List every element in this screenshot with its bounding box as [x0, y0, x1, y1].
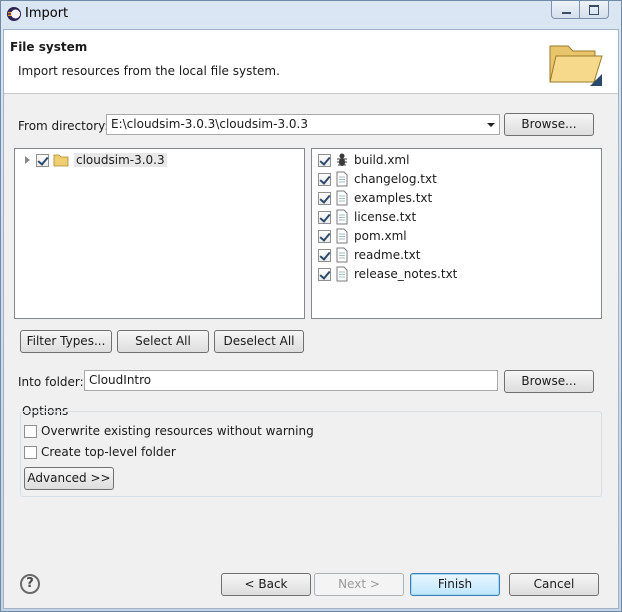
file-checkbox[interactable]: [318, 248, 331, 262]
text-file-icon: [336, 247, 348, 263]
text-file-icon: [336, 209, 348, 225]
file-checkbox[interactable]: [318, 153, 331, 167]
file-list[interactable]: build.xml changelog.txt examples.txt lic…: [311, 148, 602, 319]
expand-arrow-icon[interactable]: [25, 156, 30, 164]
file-checkbox[interactable]: [318, 267, 331, 281]
list-item[interactable]: pom.xml: [318, 227, 407, 245]
into-folder-label: Into folder:: [18, 375, 84, 389]
file-checkbox[interactable]: [318, 210, 331, 224]
page-description: Import resources from the local file sys…: [18, 64, 280, 78]
finish-button[interactable]: Finish: [410, 573, 500, 596]
select-all-button[interactable]: Select All: [117, 330, 209, 353]
file-checkbox[interactable]: [318, 172, 331, 186]
text-file-icon: [336, 190, 348, 206]
window-title: Import: [25, 6, 69, 21]
back-button[interactable]: < Back: [221, 573, 311, 596]
title-bar: Import: [1, 1, 621, 27]
dialog-body: File system Import resources from the lo…: [3, 29, 619, 609]
file-checkbox[interactable]: [318, 191, 331, 205]
list-item[interactable]: changelog.txt: [318, 170, 437, 188]
eclipse-icon: [7, 7, 21, 21]
import-dialog: Import File system Import resources from…: [0, 0, 622, 612]
filter-types-button[interactable]: Filter Types...: [20, 330, 112, 353]
overwrite-option[interactable]: Overwrite existing resources without war…: [24, 424, 314, 438]
file-label: pom.xml: [354, 229, 407, 243]
folder-tree[interactable]: cloudsim-3.0.3: [14, 148, 305, 319]
file-label: changelog.txt: [354, 172, 437, 186]
overwrite-label: Overwrite existing resources without war…: [41, 424, 314, 438]
advanced-button[interactable]: Advanced >>: [24, 467, 114, 490]
maximize-button[interactable]: [580, 1, 608, 18]
file-label: examples.txt: [354, 191, 433, 205]
help-icon[interactable]: ?: [20, 574, 40, 594]
list-item[interactable]: build.xml: [318, 151, 409, 169]
tree-item-checkbox[interactable]: [36, 153, 49, 167]
overwrite-checkbox[interactable]: [24, 424, 37, 438]
from-directory-label: From directory:: [18, 119, 109, 133]
open-folder-icon: [549, 45, 603, 86]
top-level-option[interactable]: Create top-level folder: [24, 445, 176, 459]
file-label: readme.txt: [354, 248, 421, 262]
into-folder-browse-button[interactable]: Browse...: [504, 370, 594, 393]
list-item[interactable]: release_notes.txt: [318, 265, 457, 283]
top-level-label: Create top-level folder: [41, 445, 176, 459]
chevron-down-icon[interactable]: [487, 123, 495, 127]
cancel-button[interactable]: Cancel: [509, 573, 599, 596]
into-folder-field[interactable]: CloudIntro: [84, 370, 498, 391]
list-item[interactable]: license.txt: [318, 208, 416, 226]
tree-item-label: cloudsim-3.0.3: [74, 153, 167, 167]
list-item[interactable]: readme.txt: [318, 246, 420, 264]
file-label: build.xml: [354, 153, 410, 167]
top-level-checkbox[interactable]: [24, 445, 37, 459]
list-item[interactable]: examples.txt: [318, 189, 432, 207]
minimize-button[interactable]: [552, 1, 580, 18]
into-folder-value: CloudIntro: [89, 373, 152, 387]
page-title: File system: [10, 40, 88, 54]
ant-icon: [337, 153, 347, 166]
next-button[interactable]: Next >: [314, 573, 404, 596]
file-label: license.txt: [354, 210, 417, 224]
from-directory-browse-button[interactable]: Browse...: [504, 113, 594, 136]
wizard-header: File system Import resources from the lo…: [4, 30, 618, 94]
folder-icon: [53, 154, 69, 167]
deselect-all-button[interactable]: Deselect All: [214, 330, 304, 353]
window-controls: [551, 1, 609, 19]
tree-item[interactable]: cloudsim-3.0.3: [25, 151, 167, 169]
text-file-icon: [336, 266, 348, 282]
text-file-icon: [336, 228, 348, 244]
file-label: release_notes.txt: [354, 267, 458, 281]
options-group: Overwrite existing resources without war…: [20, 411, 602, 497]
from-directory-value: E:\cloudsim-3.0.3\cloudsim-3.0.3: [111, 117, 308, 131]
from-directory-combo[interactable]: E:\cloudsim-3.0.3\cloudsim-3.0.3: [106, 114, 500, 135]
file-checkbox[interactable]: [318, 229, 331, 243]
text-file-icon: [336, 171, 348, 187]
